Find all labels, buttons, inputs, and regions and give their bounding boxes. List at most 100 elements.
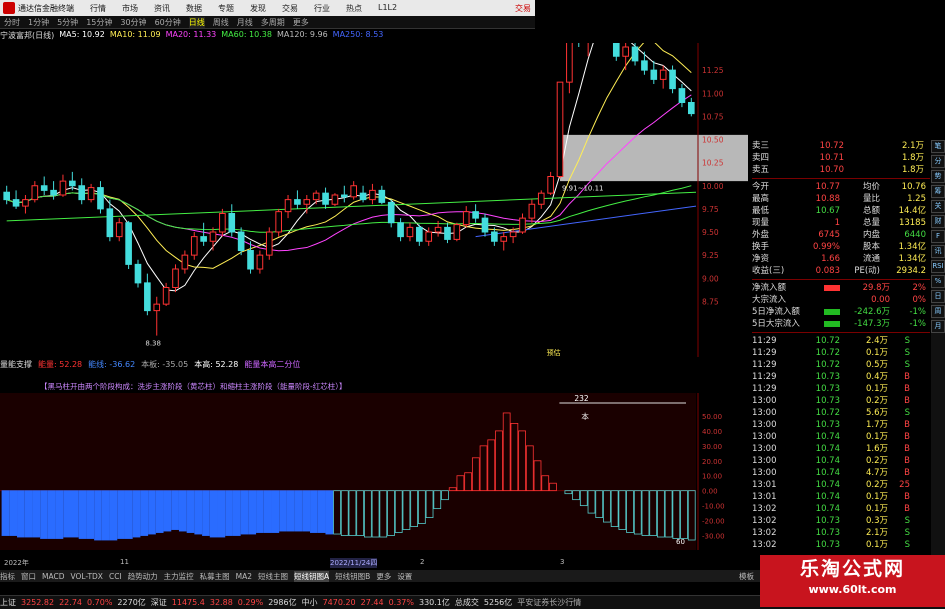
- side-tab[interactable]: F: [931, 230, 945, 243]
- side-tab[interactable]: RSI: [931, 260, 945, 273]
- candle: [153, 296, 161, 336]
- tick-flag: 25: [899, 480, 910, 490]
- tick-price: 10.74: [815, 432, 840, 442]
- date-label: 2022年: [4, 559, 29, 567]
- stat-row: 最低 10.67 总额 14.4亿: [752, 205, 930, 217]
- candle-body: [322, 192, 329, 205]
- tick-flag: B: [904, 384, 910, 394]
- price-tick-label: 10.25: [702, 159, 724, 168]
- side-tab[interactable]: 笔: [931, 140, 945, 153]
- menu-item[interactable]: 数据: [186, 3, 202, 14]
- period-tab[interactable]: 5分钟: [57, 17, 78, 28]
- side-tab[interactable]: %: [931, 275, 945, 288]
- side-tab[interactable]: 关: [931, 200, 945, 213]
- indicator-tick-label: 40.00: [702, 428, 722, 436]
- menu-bar: 通达信金融终端 行情 市场 资讯 数据 专题 发现 交易 行业 热点 L1L2 交易: [0, 0, 535, 16]
- indicator-bar: [163, 490, 172, 532]
- flow-row: 5日净流入额 -242.6万 -1%: [752, 306, 930, 318]
- menu-item[interactable]: 交易: [282, 3, 298, 14]
- indicator-tab[interactable]: CCI: [109, 572, 122, 581]
- tick-time: 13:01: [752, 480, 777, 490]
- menu-item[interactable]: 行情: [90, 3, 106, 14]
- candle-body: [378, 189, 386, 203]
- period-tab[interactable]: 30分钟: [120, 17, 146, 28]
- stat-label: 今开: [752, 182, 770, 192]
- tick-row: 13:00 10.72 5.6万 S: [752, 407, 930, 419]
- candle: [340, 185, 348, 203]
- indicator-tab[interactable]: 窗口: [21, 571, 36, 582]
- stat-label: 均价: [862, 182, 880, 192]
- candle-body: [256, 254, 264, 270]
- candle: [265, 227, 273, 260]
- period-tab[interactable]: 多周期: [261, 17, 285, 28]
- tick-flag: B: [904, 504, 910, 514]
- menu-item[interactable]: 发现: [250, 3, 266, 14]
- menu-item[interactable]: L1L2: [378, 3, 397, 14]
- tick-row: 13:02 10.73 0.1万 S: [752, 539, 930, 551]
- menu-item[interactable]: 行业: [314, 3, 330, 14]
- candle-body: [59, 180, 67, 196]
- side-tab[interactable]: 日: [931, 290, 945, 303]
- candle-body: [519, 217, 526, 233]
- indicator-tab[interactable]: 更多: [376, 571, 391, 582]
- period-tab[interactable]: 60分钟: [155, 17, 181, 28]
- candle-body: [556, 81, 564, 177]
- indicator-tab[interactable]: 主力监控: [164, 571, 194, 582]
- tick-price: 10.73: [815, 396, 840, 406]
- tick-flag: B: [904, 396, 910, 406]
- indicator-tab[interactable]: MA2: [236, 572, 252, 581]
- side-tab[interactable]: 周: [931, 305, 945, 318]
- menu-item[interactable]: 热点: [346, 3, 362, 14]
- indicator-legend: 量能支撑 能量: 52.28 能线: -36.62 本板: -35.05 本高: 52…: [0, 359, 560, 371]
- tick-price: 10.74: [815, 468, 840, 478]
- indicator-tab[interactable]: VOL-TDX: [70, 572, 102, 581]
- trade-button[interactable]: 交易: [515, 3, 531, 14]
- side-tab[interactable]: 势: [931, 170, 945, 183]
- candle-body: [537, 192, 545, 205]
- side-tab[interactable]: 财: [931, 215, 945, 228]
- side-tab[interactable]: 月: [931, 320, 945, 333]
- candle-body: [434, 226, 442, 233]
- tick-time: 13:00: [752, 396, 777, 406]
- period-tab[interactable]: 更多: [293, 17, 309, 28]
- tick-time: 11:29: [752, 348, 777, 358]
- indicator-tab[interactable]: 设置: [397, 571, 412, 582]
- indicator-bar: [202, 490, 210, 536]
- period-tab[interactable]: 15分钟: [86, 17, 112, 28]
- indicator-tab[interactable]: 私募主图: [200, 571, 230, 582]
- candle-body: [416, 226, 423, 242]
- flow-row: 大宗流入 0.00 0%: [752, 294, 930, 306]
- period-tab[interactable]: 月线: [237, 17, 253, 28]
- menu-item[interactable]: 资讯: [154, 3, 170, 14]
- template-button[interactable]: 模板: [739, 571, 754, 582]
- period-tab[interactable]: 周线: [213, 17, 229, 28]
- indicator-bar: [217, 490, 226, 538]
- divider: [752, 279, 930, 280]
- order-book-row: 卖五 10.70 1.8万: [752, 164, 930, 176]
- tick-time: 13:02: [752, 540, 777, 550]
- indicator-tab[interactable]: MACD: [42, 572, 64, 581]
- indicator-tab[interactable]: 指标: [0, 571, 15, 582]
- side-tab[interactable]: 分: [931, 155, 945, 168]
- period-tab[interactable]: 1分钟: [28, 17, 49, 28]
- candle: [284, 195, 292, 219]
- ma-legend-item: MA5: 10.92: [59, 30, 105, 39]
- indicator-bar: [63, 490, 71, 538]
- period-tab[interactable]: 分时: [4, 17, 20, 28]
- menu-item[interactable]: 专题: [218, 3, 234, 14]
- date-label: 11: [120, 558, 129, 566]
- period-tab[interactable]: 日线: [188, 16, 205, 28]
- indicator-tab[interactable]: 短线钥图A: [294, 570, 330, 582]
- side-tab[interactable]: 筹: [931, 185, 945, 198]
- indicator-chart[interactable]: 232 本 60 50.00 40.00 30.00 20.00 10.00 0.00 -10.0…: [0, 393, 748, 550]
- candlestick-chart[interactable]: 11.25 11.00 10.75 10.50 10.25 10.00 9.75 9.50 9.…: [0, 43, 748, 357]
- tick-flag: B: [904, 468, 910, 478]
- indicator-tab[interactable]: 短线钥图B: [335, 571, 370, 582]
- tick-volume: 0.1万: [865, 384, 888, 394]
- side-tab[interactable]: 讯: [931, 245, 945, 258]
- indicator-bar: [286, 490, 295, 532]
- menu-item[interactable]: 市场: [122, 3, 138, 14]
- indicator-tab[interactable]: 趋势动力: [128, 571, 158, 582]
- status-item: 27.44: [360, 598, 384, 607]
- indicator-tab[interactable]: 短线主图: [258, 571, 288, 582]
